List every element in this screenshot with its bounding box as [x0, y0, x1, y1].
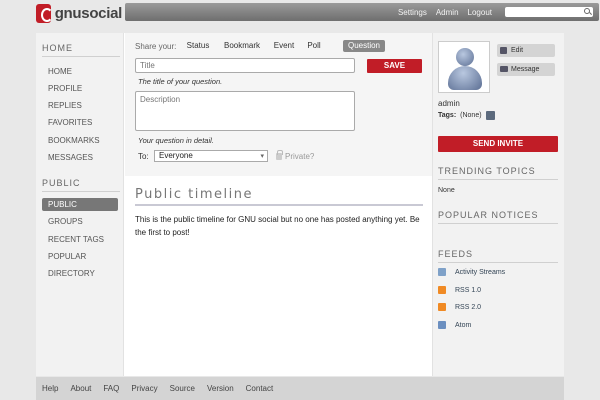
- divider: [42, 191, 120, 192]
- logo-icon: [36, 3, 53, 23]
- edit-label: Edit: [511, 47, 524, 54]
- footer-link-help[interactable]: Help: [42, 384, 58, 393]
- tab-event[interactable]: Event: [270, 40, 298, 52]
- atom-icon: [438, 321, 446, 329]
- activity-streams-icon: [438, 268, 446, 276]
- divider: [438, 262, 558, 263]
- nav-item-profile[interactable]: PROFILE: [42, 82, 118, 95]
- chevron-down-icon: ▾: [260, 153, 264, 160]
- divider: [438, 179, 558, 180]
- feed-label: RSS 1.0: [455, 286, 482, 294]
- avatar-head-shape: [456, 48, 474, 66]
- footer-link-privacy[interactable]: Privacy: [131, 384, 157, 393]
- logout-link[interactable]: Logout: [468, 8, 492, 17]
- footer-link-contact[interactable]: Contact: [246, 384, 274, 393]
- edit-profile-button[interactable]: Edit: [497, 44, 555, 57]
- private-label: Private?: [285, 152, 315, 161]
- private-toggle[interactable]: Private?: [276, 150, 315, 161]
- footer: Help About FAQ Privacy Source Version Co…: [36, 377, 564, 400]
- nav-item-bookmarks[interactable]: BOOKMARKS: [42, 134, 118, 147]
- feed-label: Activity Streams: [455, 268, 506, 276]
- profile-username[interactable]: admin: [438, 99, 460, 108]
- feed-rss-2[interactable]: RSS 2.0: [438, 303, 481, 311]
- lock-icon: [276, 150, 283, 160]
- search-icon[interactable]: [584, 8, 590, 14]
- admin-link[interactable]: Admin: [436, 8, 459, 17]
- edit-tags-icon[interactable]: [485, 111, 495, 120]
- recipient-select[interactable]: Everyone ▾: [154, 150, 268, 162]
- nav-item-replies[interactable]: REPLIES: [42, 99, 118, 112]
- settings-link[interactable]: Settings: [398, 8, 427, 17]
- logo-text: gnusocial: [54, 4, 123, 22]
- feed-atom[interactable]: Atom: [438, 321, 471, 329]
- avatar[interactable]: [438, 41, 490, 93]
- right-sidebar: Edit Message admin Tags: (None) SEND INV…: [432, 33, 564, 376]
- to-label: To:: [138, 152, 149, 161]
- description-input[interactable]: [135, 91, 355, 131]
- tab-status[interactable]: Status: [181, 40, 215, 52]
- tab-question[interactable]: Question: [343, 40, 385, 52]
- tags-value: (None): [460, 112, 482, 119]
- top-navigation: Settings Admin Logout: [125, 3, 599, 21]
- trending-topics-heading: TRENDING TOPICS: [438, 166, 536, 176]
- nav-item-directory[interactable]: DIRECTORY: [42, 267, 118, 280]
- send-invite-button[interactable]: SEND INVITE: [438, 136, 558, 152]
- site-logo[interactable]: gnusocial: [36, 2, 122, 24]
- save-button[interactable]: SAVE: [367, 59, 422, 73]
- recipient-value: Everyone: [159, 151, 193, 160]
- pencil-icon: [500, 47, 507, 54]
- nav-item-home[interactable]: HOME: [42, 65, 118, 78]
- footer-link-faq[interactable]: FAQ: [103, 384, 119, 393]
- message-icon: [500, 66, 508, 72]
- feed-rss-1[interactable]: RSS 1.0: [438, 286, 481, 294]
- feed-activity-streams[interactable]: Activity Streams: [438, 268, 505, 276]
- title-hint: The title of your question.: [138, 77, 223, 86]
- message-label: Message: [511, 66, 540, 73]
- footer-link-about[interactable]: About: [70, 384, 91, 393]
- divider: [438, 223, 558, 224]
- header: gnusocial Settings Admin Logout: [36, 0, 599, 26]
- share-label: Share your:: [135, 42, 177, 51]
- nav-item-favorites[interactable]: FAVORITES: [42, 116, 118, 129]
- rss-icon: [438, 286, 446, 294]
- search-box: [505, 7, 593, 18]
- main-content: HOME HOME PROFILE REPLIES FAVORITES BOOK…: [36, 33, 564, 376]
- tags-label: Tags:: [438, 112, 457, 119]
- description-hint: Your question in detail.: [138, 136, 214, 145]
- feed-label: RSS 2.0: [455, 303, 482, 311]
- nav-item-recent-tags[interactable]: RECENT TAGS: [42, 233, 118, 246]
- profile-tags: Tags: (None): [438, 111, 495, 120]
- message-button[interactable]: Message: [497, 63, 555, 76]
- tab-poll[interactable]: Poll: [303, 40, 325, 52]
- nav-item-groups[interactable]: GROUPS: [42, 215, 118, 228]
- nav-heading-home: HOME: [42, 43, 73, 53]
- nav-item-popular[interactable]: POPULAR: [42, 250, 118, 263]
- nav-item-messages[interactable]: MESSAGES: [42, 151, 118, 164]
- trending-topics-value: None: [438, 187, 455, 194]
- tab-bookmark[interactable]: Bookmark: [219, 40, 265, 52]
- left-navigation: HOME HOME PROFILE REPLIES FAVORITES BOOK…: [36, 33, 124, 376]
- divider: [42, 56, 120, 57]
- nav-item-public[interactable]: PUBLIC: [42, 198, 118, 211]
- center-column: Share your: Status Bookmark Event Poll Q…: [125, 33, 432, 376]
- rss-icon: [438, 303, 446, 311]
- empty-timeline-message: This is the public timeline for GNU soci…: [135, 215, 420, 237]
- notice-form: Share your: Status Bookmark Event Poll Q…: [125, 33, 432, 176]
- divider: [135, 204, 423, 206]
- nav-heading-public: PUBLIC: [42, 178, 81, 188]
- feeds-heading: FEEDS: [438, 249, 474, 259]
- popular-notices-heading: POPULAR NOTICES: [438, 210, 539, 220]
- footer-link-source[interactable]: Source: [170, 384, 195, 393]
- avatar-body-shape: [448, 66, 482, 90]
- title-input[interactable]: [135, 58, 355, 73]
- footer-link-version[interactable]: Version: [207, 384, 234, 393]
- feed-label: Atom: [455, 321, 472, 329]
- page-title: Public timeline: [135, 187, 253, 202]
- search-input[interactable]: [505, 7, 579, 18]
